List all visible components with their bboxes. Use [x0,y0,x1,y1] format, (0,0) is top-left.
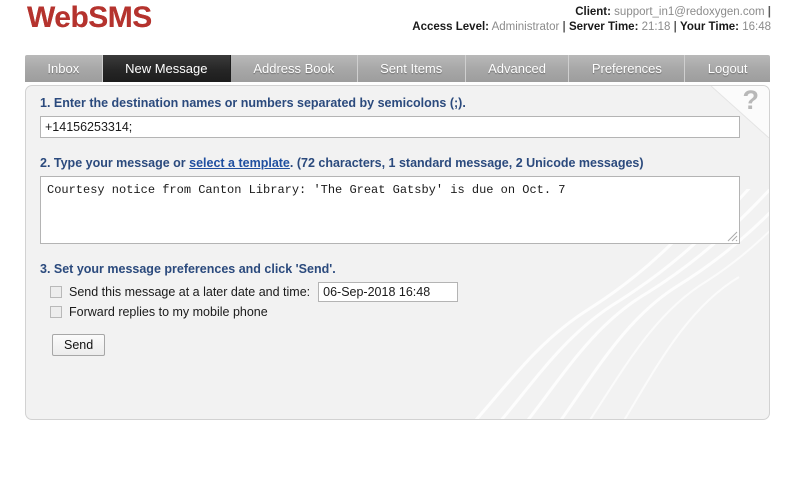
new-message-panel: ? 1. Enter the destination names or numb… [25,85,770,420]
tab-logout[interactable]: Logout [685,55,770,82]
server-time-label: Server Time: [568,21,639,33]
textarea-resize-grip[interactable] [726,230,738,242]
tab-advanced[interactable]: Advanced [466,55,570,82]
step-2-prefix: 2. Type your message or [40,156,190,170]
schedule-row: Send this message at a later date and ti… [50,282,751,302]
step-1-label: 1. Enter the destination names or number… [40,96,466,110]
tab-address-book[interactable]: Address Book [231,55,358,82]
access-level-label: Access Level: [412,21,489,33]
step-2-label: 2. Type your message or select a templat… [40,156,751,170]
recipients-input[interactable] [40,116,740,138]
message-textarea[interactable]: Courtesy notice from Canton Library: 'Th… [40,176,740,244]
schedule-checkbox[interactable] [50,286,62,298]
session-info: Client: support_in1@redoxygen.com | Acce… [412,5,771,35]
message-field-wrapper: Courtesy notice from Canton Library: 'Th… [40,176,740,244]
schedule-label: Send this message at a later date and ti… [69,285,311,299]
access-level-value: Administrator [491,21,560,33]
step-2-suffix: . (72 characters, 1 standard message, 2 … [289,156,644,170]
session-line-details: Access Level: Administrator | Server Tim… [412,20,771,35]
separator-icon: | [673,21,677,33]
tab-sent-items[interactable]: Sent Items [358,55,466,82]
page-header: WebSMS Client: support_in1@redoxygen.com… [0,0,803,48]
forward-replies-checkbox[interactable] [50,306,62,318]
your-time-value: 16:48 [742,21,771,33]
your-time-label: Your Time: [680,21,740,33]
separator-icon: | [767,6,771,18]
session-line-client: Client: support_in1@redoxygen.com | [412,5,771,20]
server-time-value: 21:18 [641,21,671,33]
main-navigation-tabs: Inbox New Message Address Book Sent Items Ad… [25,55,770,82]
send-button[interactable]: Send [52,334,106,356]
tab-new-message[interactable]: New Message [102,55,231,82]
tab-preferences[interactable]: Preferences [569,55,686,82]
separator-icon: | [562,21,566,33]
app-logo: WebSMS [27,1,152,34]
forward-replies-row: Forward replies to my mobile phone [50,302,751,322]
client-value: support_in1@redoxygen.com [614,6,765,18]
client-label: Client: [575,6,611,18]
tab-inbox[interactable]: Inbox [25,55,103,82]
schedule-datetime-input[interactable] [318,282,459,302]
forward-replies-label: Forward replies to my mobile phone [69,305,268,319]
step-3-label: 3. Set your message preferences and clic… [40,262,336,276]
select-template-link[interactable]: select a template [189,156,290,170]
